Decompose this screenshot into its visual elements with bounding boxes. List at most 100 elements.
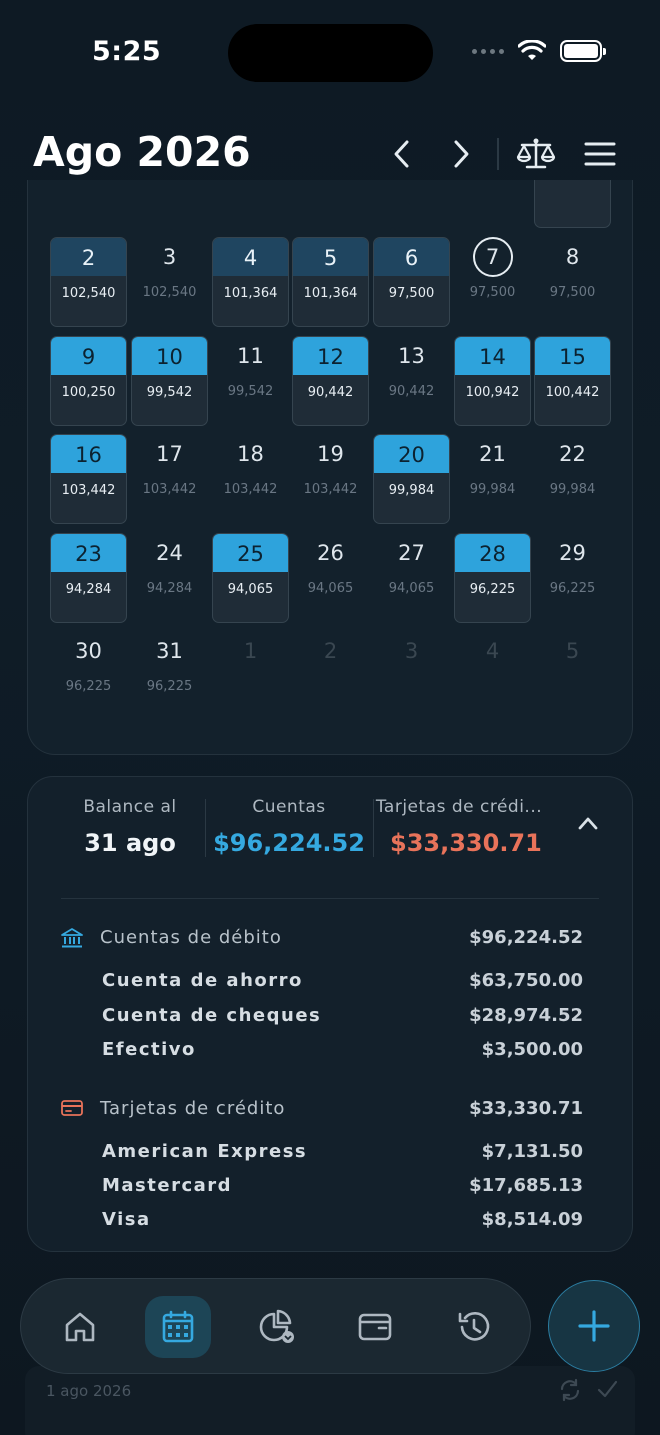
previous-week-cell[interactable] [534,180,611,228]
calendar-day[interactable]: 3 [373,631,450,721]
account-row-checking[interactable]: Cuenta de cheques $28,974.52 [28,1005,632,1035]
calendar-day-today[interactable]: 7 97,500 [454,237,531,327]
day-balance: 99,542 [227,384,274,399]
day-number: 1 [243,639,258,663]
day-balance: 94,065 [307,581,354,596]
account-balance: $3,500.00 [481,1039,583,1060]
calendar-day[interactable]: 6 97,500 [373,237,450,327]
day-number: 22 [559,442,586,466]
wallet-icon [358,1313,392,1341]
day-balance: 101,364 [223,286,278,301]
accounts-label: Cuentas [252,797,326,817]
calendar-day[interactable]: 2 102,540 [50,237,127,327]
calendar-day[interactable]: 29 96,225 [534,533,611,623]
day-balance: 99,542 [146,385,193,400]
day-number: 6 [374,238,449,276]
collapse-button[interactable] [578,815,598,834]
transaction-row[interactable] [25,1366,635,1435]
calendar-day[interactable]: 5 [534,631,611,721]
chevron-left-icon [394,140,409,168]
calendar-day[interactable]: 4 101,364 [212,237,289,327]
calendar-day[interactable]: 28 96,225 [454,533,531,623]
calendar-day[interactable]: 1 [212,631,289,721]
card-row-amex[interactable]: American Express $7,131.50 [28,1141,632,1171]
bottom-nav [20,1278,531,1374]
balance-date-label: Balance al [83,797,177,817]
day-number: 3 [162,245,177,269]
header-divider [497,138,499,170]
home-icon [65,1312,95,1342]
nav-home[interactable] [47,1296,113,1358]
day-balance [212,669,289,711]
calendar-day[interactable]: 4 [454,631,531,721]
calendar-day[interactable]: 27 94,065 [373,533,450,623]
card-row-mastercard[interactable]: Mastercard $17,685.13 [28,1175,632,1205]
account-balance: $63,750.00 [469,970,583,991]
prev-month-button[interactable] [380,132,424,176]
calendar-day[interactable]: 20 99,984 [373,434,450,524]
calendar-day[interactable]: 10 99,542 [131,336,208,426]
calendar-day[interactable]: 12 90,442 [292,336,369,426]
day-number: 18 [237,442,264,466]
scale-icon [516,138,556,169]
calendar-day[interactable]: 3 102,540 [131,237,208,327]
calendar-day[interactable]: 30 96,225 [50,631,127,721]
debit-group-header[interactable]: Cuentas de débito $96,224.52 [28,927,632,957]
calendar-day[interactable]: 31 96,225 [131,631,208,721]
calendar-day[interactable]: 21 99,984 [454,434,531,524]
day-balance [534,669,611,711]
calendar-day[interactable]: 13 90,442 [373,336,450,426]
day-balance: 103,442 [61,483,116,498]
account-row-savings[interactable]: Cuenta de ahorro $63,750.00 [28,970,632,1000]
calendar-day[interactable]: 19 103,442 [292,434,369,524]
nav-wallet[interactable] [342,1296,408,1358]
nav-reports[interactable] [244,1296,310,1358]
day-number: 4 [213,238,288,276]
next-month-button[interactable] [439,132,483,176]
credit-group-title: Tarjetas de crédito [100,1098,286,1119]
balance-button[interactable] [514,132,558,176]
credit-group-total: $33,330.71 [469,1098,583,1119]
nav-calendar[interactable] [145,1296,211,1358]
day-balance [292,669,369,711]
account-row-cash[interactable]: Efectivo $3,500.00 [28,1039,632,1069]
calendar-day[interactable]: 17 103,442 [131,434,208,524]
card-row-visa[interactable]: Visa $8,514.09 [28,1209,632,1239]
day-number: 3 [404,639,419,663]
calendar-day[interactable]: 26 94,065 [292,533,369,623]
calendar-day[interactable]: 23 94,284 [50,533,127,623]
calendar-day[interactable]: 2 [292,631,369,721]
day-number: 21 [479,442,506,466]
bank-icon [61,928,83,948]
day-balance: 96,225 [146,679,193,694]
calendar-day[interactable]: 14 100,942 [454,336,531,426]
calendar-day[interactable]: 9 100,250 [50,336,127,426]
card-name: American Express [102,1141,308,1162]
day-number: 5 [565,639,580,663]
account-balance: $28,974.52 [469,1005,583,1026]
day-balance: 100,250 [61,385,116,400]
day-number: 31 [156,639,183,663]
calendar-day[interactable]: 25 94,065 [212,533,289,623]
add-transaction-button[interactable] [548,1280,640,1372]
calendar-day[interactable]: 5 101,364 [292,237,369,327]
credit-group-header[interactable]: Tarjetas de crédito $33,330.71 [28,1098,632,1128]
menu-button[interactable] [578,132,622,176]
calendar-day[interactable]: 24 94,284 [131,533,208,623]
calendar-day[interactable]: 22 99,984 [534,434,611,524]
calendar-day[interactable]: 18 103,442 [212,434,289,524]
card-name: Visa [102,1209,151,1230]
calendar-day[interactable]: 8 97,500 [534,237,611,327]
day-number: 11 [237,344,264,368]
divider [205,799,206,857]
day-balance: 94,065 [388,581,435,596]
divider [373,799,374,857]
calendar-day[interactable]: 15 100,442 [534,336,611,426]
calendar-day[interactable]: 16 103,442 [50,434,127,524]
app-screen: 5:25 Ago 2026 2 102,540 3 102,540 4 101,… [0,0,660,1435]
nav-history[interactable] [441,1296,507,1358]
card-name: Mastercard [102,1175,233,1196]
calendar-day[interactable]: 11 99,542 [212,336,289,426]
day-number: 9 [51,337,126,375]
card-balance: $17,685.13 [469,1175,583,1196]
